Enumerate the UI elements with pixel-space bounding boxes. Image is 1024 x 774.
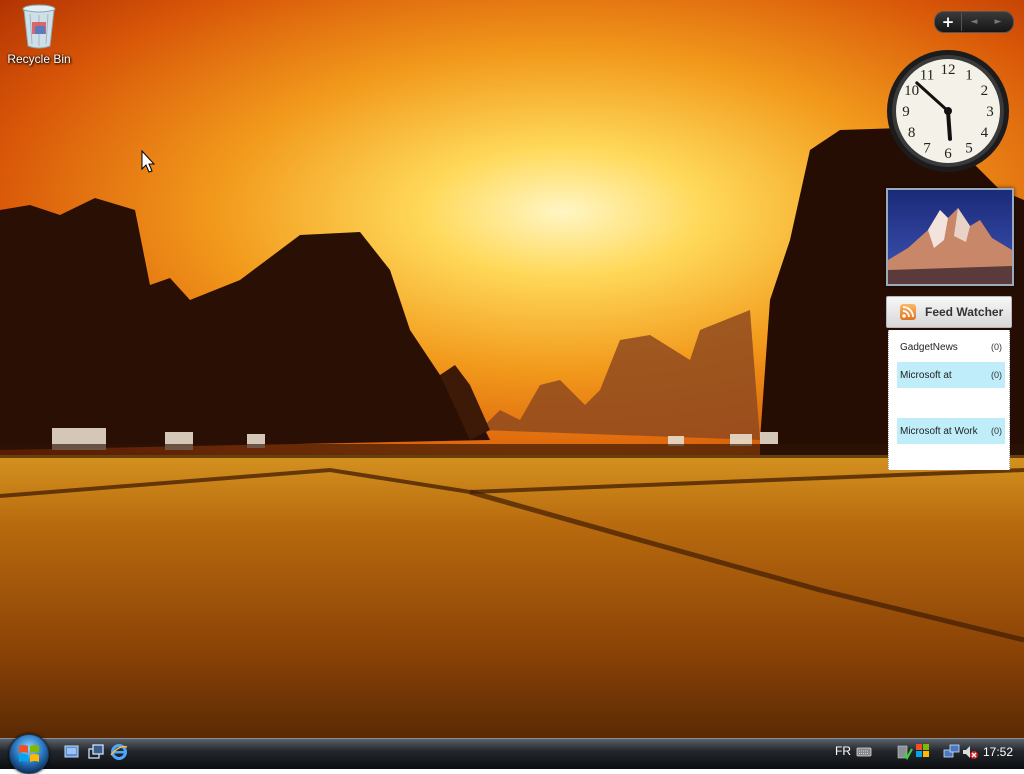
start-button[interactable] — [9, 734, 49, 774]
feed-watcher-header[interactable]: Feed Watcher — [886, 296, 1012, 328]
windows-defender-icon[interactable] — [897, 743, 913, 761]
feed-watcher-title: Feed Watcher — [925, 305, 1004, 319]
desktop-wallpaper — [0, 0, 1024, 738]
clock-gadget[interactable]: 12 1 2 3 4 5 6 7 8 9 10 11 — [886, 49, 1010, 173]
recycle-bin-label: Recycle Bin — [7, 52, 71, 66]
clock-number: 7 — [923, 140, 931, 156]
clock-number: 8 — [908, 125, 916, 141]
feed-item-name: GadgetNews — [900, 341, 958, 353]
switch-windows-icon[interactable] — [87, 743, 105, 761]
feed-item[interactable] — [897, 390, 1005, 416]
add-gadget-button[interactable]: + — [935, 13, 962, 31]
clock-number: 3 — [986, 104, 994, 120]
clock-number: 5 — [965, 140, 973, 156]
system-clock[interactable]: 17:52 — [983, 745, 1013, 763]
mouse-cursor-icon — [141, 149, 156, 177]
clock-number: 9 — [902, 104, 910, 120]
feed-list: GadgetNews (0) Microsoft at (0) Microsof… — [888, 330, 1010, 470]
rss-icon — [900, 304, 916, 320]
internet-explorer-icon[interactable] — [110, 743, 128, 761]
recycle-bin-shortcut[interactable]: Recycle Bin — [4, 2, 74, 66]
clock-number: 12 — [941, 62, 956, 78]
feed-item-name: Microsoft at Work — [900, 425, 978, 437]
security-center-icon[interactable] — [915, 743, 931, 761]
clock-number: 1 — [965, 68, 973, 84]
sidebar-controls: + ◄ ► — [934, 11, 1014, 33]
clock-number: 11 — [920, 68, 934, 84]
previous-page-button[interactable]: ◄ — [962, 17, 986, 27]
feed-item-count: (0) — [991, 426, 1002, 436]
input-language-indicator[interactable]: FR — [835, 744, 851, 762]
keyboard-icon[interactable] — [856, 746, 872, 764]
clock-number: 2 — [981, 83, 989, 99]
slideshow-gadget[interactable] — [886, 188, 1014, 286]
feed-item[interactable]: Microsoft at (0) — [897, 362, 1005, 388]
feed-item[interactable]: GadgetNews (0) — [897, 334, 1005, 360]
windows-logo-icon — [19, 745, 39, 762]
feed-watcher-gadget: Feed Watcher GadgetNews (0) Microsoft at… — [886, 296, 1012, 470]
network-icon[interactable] — [943, 743, 961, 761]
feed-item-count: (0) — [991, 370, 1002, 380]
feed-item[interactable]: Microsoft at Work (0) — [897, 418, 1005, 444]
clock-number: 4 — [981, 125, 989, 141]
feed-item-count: (0) — [991, 342, 1002, 352]
clock-number: 6 — [944, 146, 952, 162]
recycle-bin-icon — [19, 2, 59, 50]
show-desktop-icon[interactable] — [63, 743, 81, 761]
feed-item-name: Microsoft at — [900, 369, 952, 381]
next-page-button[interactable]: ► — [986, 17, 1010, 27]
clock-hour-hand — [946, 109, 952, 141]
volume-muted-icon[interactable] — [961, 743, 979, 761]
clock-number: 10 — [904, 83, 919, 99]
